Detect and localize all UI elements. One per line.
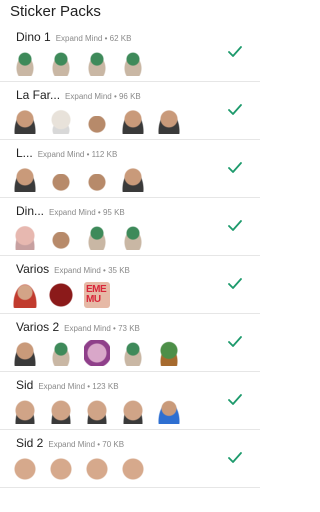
sticker-thumbnail xyxy=(120,398,146,424)
page-title: Sticker Packs xyxy=(10,3,101,20)
sticker-thumbnail xyxy=(48,166,74,192)
pack-title: L... xyxy=(16,146,33,160)
pack-header: L... Expand Mind • 112 KB xyxy=(16,146,220,162)
pack-title: Varios xyxy=(16,262,50,276)
sticker-thumbnails xyxy=(12,48,220,78)
sticker-thumbnail xyxy=(156,398,182,424)
sticker-thumbnail xyxy=(48,340,74,366)
sticker-thumbnails xyxy=(12,222,220,252)
sticker-thumbnails xyxy=(12,106,220,136)
pack-meta: Expand Mind • 112 KB xyxy=(37,150,118,159)
check-icon xyxy=(228,46,242,58)
sticker-pack-row[interactable]: Dino 1 Expand Mind • 62 KB xyxy=(0,24,260,82)
check-icon xyxy=(228,336,242,348)
sticker-pack-row[interactable]: Din... Expand Mind • 95 KB xyxy=(0,198,260,256)
pack-title: Dino 1 xyxy=(16,30,51,44)
sticker-thumbnail xyxy=(48,282,74,308)
sticker-thumbnail xyxy=(12,108,38,134)
check-icon xyxy=(228,220,242,232)
sticker-pack-list: Dino 1 Expand Mind • 62 KB La Far... Expand… xyxy=(0,24,260,488)
sticker-thumbnail xyxy=(84,456,110,482)
pack-meta: Expand Mind • 70 KB xyxy=(48,440,125,449)
pack-title: Sid xyxy=(16,378,34,392)
sticker-thumbnail xyxy=(156,340,182,366)
pack-meta: Expand Mind • 35 KB xyxy=(54,266,130,275)
sticker-thumbnail xyxy=(12,456,38,482)
sticker-thumbnail xyxy=(48,224,74,250)
pack-header: Sid 2 Expand Mind • 70 KB xyxy=(16,436,220,452)
check-icon xyxy=(228,162,242,174)
sticker-thumbnail xyxy=(84,224,110,250)
sticker-thumbnail xyxy=(12,50,38,76)
sticker-thumbnail xyxy=(12,166,38,192)
pack-header: Din... Expand Mind • 95 KB xyxy=(16,204,220,220)
sticker-pack-row[interactable]: L... Expand Mind • 112 KB xyxy=(0,140,260,198)
check-icon xyxy=(228,104,242,116)
sticker-pack-row[interactable]: La Far... Expand Mind • 96 KB xyxy=(0,82,260,140)
sticker-thumbnail: EME MU xyxy=(84,282,110,308)
sticker-thumbnail xyxy=(156,108,182,134)
pack-header: Dino 1 Expand Mind • 62 KB xyxy=(16,30,220,46)
pack-meta: Expand Mind • 96 KB xyxy=(65,92,141,101)
sticker-thumbnail xyxy=(120,50,146,76)
sticker-thumbnail xyxy=(12,224,38,250)
check-icon xyxy=(228,452,242,464)
pack-header: Sid Expand Mind • 123 KB xyxy=(16,378,220,394)
sticker-thumbnail xyxy=(12,340,38,366)
sticker-pack-row[interactable]: Sid Expand Mind • 123 KB xyxy=(0,372,260,430)
sticker-thumbnail xyxy=(120,224,146,250)
pack-header: Varios Expand Mind • 35 KB xyxy=(16,262,220,278)
sticker-thumbnails xyxy=(12,396,220,426)
pack-title: Din... xyxy=(16,204,45,218)
sticker-thumbnail xyxy=(12,282,38,308)
sticker-thumbnail xyxy=(48,398,74,424)
poster-text: EME MU xyxy=(86,284,107,305)
sticker-thumbnail xyxy=(12,398,38,424)
check-icon xyxy=(228,278,242,290)
sticker-pack-row[interactable]: Sid 2 Expand Mind • 70 KB xyxy=(0,430,260,488)
sticker-thumbnail xyxy=(84,166,110,192)
pack-header: Varios 2 Expand Mind • 73 KB xyxy=(16,320,220,336)
sticker-thumbnail xyxy=(48,50,74,76)
sticker-pack-row[interactable]: Varios 2 Expand Mind • 73 KB xyxy=(0,314,260,372)
sticker-thumbnails: EME MU xyxy=(12,280,220,310)
sticker-thumbnail xyxy=(84,340,110,366)
sticker-thumbnails xyxy=(12,164,220,194)
pack-meta: Expand Mind • 62 KB xyxy=(55,34,132,43)
app-bar: Sticker Packs xyxy=(0,0,260,24)
pack-title: Sid 2 xyxy=(16,436,44,450)
pack-title: La Far... xyxy=(16,88,61,102)
sticker-thumbnail xyxy=(84,108,110,134)
sticker-thumbnails xyxy=(12,338,220,368)
sticker-thumbnail xyxy=(48,108,74,134)
sticker-thumbnail xyxy=(120,340,146,366)
sticker-thumbnail xyxy=(84,50,110,76)
check-icon xyxy=(228,394,242,406)
sticker-thumbnail xyxy=(48,456,74,482)
sticker-thumbnail xyxy=(120,108,146,134)
sticker-thumbnail xyxy=(84,398,110,424)
sticker-thumbnail xyxy=(120,456,146,482)
pack-meta: Expand Mind • 95 KB xyxy=(49,208,125,217)
sticker-thumbnails xyxy=(12,454,220,484)
pack-title: Varios 2 xyxy=(16,320,60,334)
sticker-thumbnail xyxy=(120,166,146,192)
pack-meta: Expand Mind • 73 KB xyxy=(64,324,140,333)
sticker-pack-row[interactable]: Varios Expand Mind • 35 KB EME MU xyxy=(0,256,260,314)
pack-header: La Far... Expand Mind • 96 KB xyxy=(16,88,220,104)
pack-meta: Expand Mind • 123 KB xyxy=(38,382,119,391)
